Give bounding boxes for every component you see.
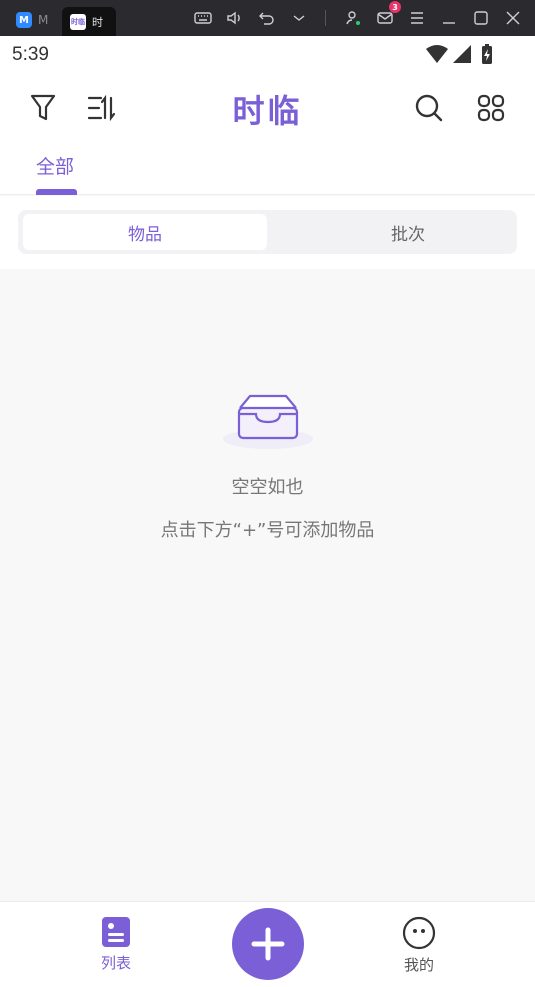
- search-icon[interactable]: [411, 90, 447, 126]
- back-icon[interactable]: [257, 8, 277, 28]
- wifi-icon: [426, 45, 448, 63]
- battery-icon: [482, 44, 492, 64]
- emulator-tab-active[interactable]: 时临 时: [62, 7, 116, 36]
- menu-icon[interactable]: [407, 8, 427, 28]
- notification-badge: 3: [389, 1, 401, 13]
- segment-items[interactable]: 物品: [23, 214, 267, 250]
- nav-me[interactable]: 我的: [389, 916, 449, 975]
- category-tab-bar: 全部: [0, 146, 535, 195]
- status-bar: 5:39: [0, 36, 535, 72]
- grid-icon[interactable]: [473, 90, 509, 126]
- app-header: 时临: [0, 72, 535, 146]
- emulator-tab-other[interactable]: M M: [10, 7, 62, 33]
- chevron-down-icon[interactable]: [289, 8, 309, 28]
- user-icon[interactable]: [343, 8, 363, 28]
- emulator-tab-label: M: [38, 13, 49, 27]
- add-button[interactable]: [232, 908, 304, 980]
- divider: [325, 10, 326, 26]
- signal-icon: [453, 45, 471, 63]
- keyboard-icon[interactable]: [193, 8, 213, 28]
- segment-batches[interactable]: 批次: [286, 214, 530, 250]
- close-icon[interactable]: [503, 8, 523, 28]
- status-time: 5:39: [12, 44, 49, 65]
- nav-list[interactable]: 列表: [86, 916, 146, 973]
- smiley-face-icon: [402, 916, 436, 950]
- minimize-icon[interactable]: [439, 8, 459, 28]
- app-title: 时临: [232, 92, 303, 130]
- segment-section: 物品 批次: [0, 196, 535, 269]
- emulator-tab-label: 时: [92, 15, 103, 29]
- app-logo-icon: 时临: [70, 13, 86, 30]
- app-logo-icon: M: [16, 12, 32, 28]
- nav-me-label: 我的: [403, 956, 434, 974]
- segmented-control: 物品 批次: [18, 210, 517, 254]
- plus-icon: [251, 927, 285, 961]
- nav-list-label: 列表: [100, 954, 131, 972]
- empty-inbox-icon: [222, 392, 314, 452]
- empty-state-hint: 点击下方“+”号可添加物品: [160, 520, 375, 541]
- list-icon: [102, 917, 130, 947]
- emulator-title-bar: M M 时临 时 3: [0, 0, 535, 36]
- empty-state-title: 空空如也: [231, 477, 304, 498]
- tab-all[interactable]: 全部: [36, 152, 74, 179]
- maximize-icon[interactable]: [471, 8, 491, 28]
- volume-icon[interactable]: [225, 8, 245, 28]
- tab-indicator: [36, 189, 77, 195]
